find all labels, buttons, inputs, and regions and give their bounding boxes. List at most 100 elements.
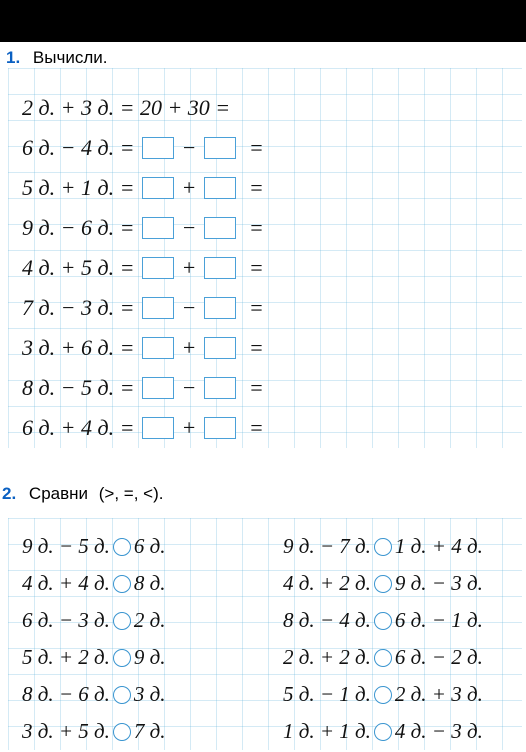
compare-circle[interactable] xyxy=(374,686,392,704)
compare-row: 1 д. + 1 д. 4 д. − 3 д. xyxy=(283,713,516,750)
answer-box[interactable] xyxy=(204,137,236,159)
compare-right: 4 д. − 3 д. xyxy=(395,719,483,744)
answer-box[interactable] xyxy=(142,297,174,319)
compare-row: 8 д. − 4 д. 6 д. − 1 д. xyxy=(283,602,516,639)
equals: = xyxy=(238,335,264,361)
compare-row: 9 д. − 7 д. 1 д. + 4 д. xyxy=(283,528,516,565)
equation-row: 4 д. + 5 д. = + = xyxy=(22,248,264,288)
operator: + xyxy=(176,255,202,281)
equation-row: 3 д. + 6 д. = + = xyxy=(22,328,264,368)
compare-row: 8 д. − 6 д. 3 д. xyxy=(22,676,255,713)
equation-row: 8 д. − 5 д. = − = xyxy=(22,368,264,408)
equals: = xyxy=(238,255,264,281)
equation-left: 9 д. − 6 д. = xyxy=(22,215,140,241)
operator: − xyxy=(176,375,202,401)
answer-box[interactable] xyxy=(142,257,174,279)
compare-left: 9 д. − 5 д. xyxy=(22,534,110,559)
compare-left: 6 д. − 3 д. xyxy=(22,608,110,633)
compare-right: 3 д. xyxy=(134,682,166,707)
compare-circle[interactable] xyxy=(113,686,131,704)
compare-column-right: 9 д. − 7 д. 1 д. + 4 д. 4 д. + 2 д.9 д. − … xyxy=(283,528,516,750)
compare-left: 8 д. − 4 д. xyxy=(283,608,371,633)
operator: − xyxy=(176,135,202,161)
compare-left: 4 д. + 4 д. xyxy=(22,571,110,596)
compare-right: 8 д. xyxy=(134,571,166,596)
task2-number: 2. xyxy=(2,484,16,503)
compare-row: 5 д. + 2 д. 9 д. xyxy=(22,639,255,676)
operator: + xyxy=(176,175,202,201)
compare-circle[interactable] xyxy=(374,649,392,667)
answer-box[interactable] xyxy=(204,217,236,239)
answer-box[interactable] xyxy=(142,377,174,399)
compare-right: 1 д. + 4 д. xyxy=(395,534,483,559)
answer-box[interactable] xyxy=(204,377,236,399)
compare-area: 9 д. − 5 д.6 д. 4 д. + 4 д. 8 д. 6 д. − 3 д… xyxy=(22,528,516,750)
equation-left: 4 д. + 5 д. = xyxy=(22,255,140,281)
equation-left: 6 д. + 4 д. = xyxy=(22,415,140,441)
equals: = xyxy=(238,215,264,241)
compare-left: 8 д. − 6 д. xyxy=(22,682,110,707)
answer-box[interactable] xyxy=(204,257,236,279)
equation-row: 7 д. − 3 д. = − = xyxy=(22,288,264,328)
compare-left: 9 д. − 7 д. xyxy=(283,534,371,559)
answer-box[interactable] xyxy=(142,177,174,199)
equals: = xyxy=(238,135,264,161)
equation-row: 5 д. + 1 д. = + = xyxy=(22,168,264,208)
compare-right: 9 д. − 3 д. xyxy=(395,571,483,596)
equation-row: 6 д. + 4 д. = + = xyxy=(22,408,264,448)
compare-left: 1 д. + 1 д. xyxy=(283,719,371,744)
compare-right: 2 д. + 3 д. xyxy=(395,682,483,707)
task1-number: 1. xyxy=(6,48,20,67)
compare-circle[interactable] xyxy=(113,612,131,630)
compare-left: 3 д. + 5 д. xyxy=(22,719,110,744)
compare-left: 5 д. + 2 д. xyxy=(22,645,110,670)
task1-heading: 1. Вычисли. xyxy=(6,48,107,68)
equation-list: 2 д. + 3 д. = 20 + 30 =6 д. − 4 д. = − =… xyxy=(22,88,264,448)
equation-expanded: 20 + 30 = xyxy=(140,95,230,121)
equation-left: 7 д. − 3 д. = xyxy=(22,295,140,321)
answer-box[interactable] xyxy=(204,337,236,359)
answer-box[interactable] xyxy=(142,337,174,359)
answer-box[interactable] xyxy=(142,137,174,159)
compare-right: 6 д. − 2 д. xyxy=(395,645,483,670)
compare-circle[interactable] xyxy=(113,538,131,556)
compare-row: 3 д. + 5 д. 7 д. xyxy=(22,713,255,750)
compare-row: 4 д. + 4 д. 8 д. xyxy=(22,565,255,602)
compare-row: 9 д. − 5 д.6 д. xyxy=(22,528,255,565)
compare-row: 6 д. − 3 д.2 д. xyxy=(22,602,255,639)
equals: = xyxy=(238,295,264,321)
equation-left: 2 д. + 3 д. = xyxy=(22,95,140,121)
equation-row: 2 д. + 3 д. = 20 + 30 = xyxy=(22,88,264,128)
compare-right: 9 д. xyxy=(134,645,166,670)
compare-right: 6 д. − 1 д. xyxy=(395,608,483,633)
compare-circle[interactable] xyxy=(374,575,392,593)
compare-circle[interactable] xyxy=(374,723,392,741)
operator: − xyxy=(176,295,202,321)
compare-circle[interactable] xyxy=(374,612,392,630)
answer-box[interactable] xyxy=(142,217,174,239)
compare-right: 7 д. xyxy=(134,719,166,744)
equation-row: 6 д. − 4 д. = − = xyxy=(22,128,264,168)
compare-left: 5 д. − 1 д. xyxy=(283,682,371,707)
compare-left: 2 д. + 2 д. xyxy=(283,645,371,670)
answer-box[interactable] xyxy=(204,297,236,319)
equation-left: 5 д. + 1 д. = xyxy=(22,175,140,201)
answer-box[interactable] xyxy=(142,417,174,439)
task2-hint: (>, =, <). xyxy=(99,484,164,503)
compare-circle[interactable] xyxy=(113,649,131,667)
compare-circle[interactable] xyxy=(113,723,131,741)
answer-box[interactable] xyxy=(204,417,236,439)
operator: + xyxy=(176,335,202,361)
answer-box[interactable] xyxy=(204,177,236,199)
compare-circle[interactable] xyxy=(374,538,392,556)
equation-left: 6 д. − 4 д. = xyxy=(22,135,140,161)
equals: = xyxy=(238,375,264,401)
compare-circle[interactable] xyxy=(113,575,131,593)
compare-row: 4 д. + 2 д.9 д. − 3 д. xyxy=(283,565,516,602)
equation-left: 3 д. + 6 д. = xyxy=(22,335,140,361)
top-black-bar xyxy=(0,0,526,42)
compare-row: 5 д. − 1 д. 2 д. + 3 д. xyxy=(283,676,516,713)
task1-title: Вычисли. xyxy=(33,48,108,67)
task2-title: Сравни xyxy=(29,484,88,503)
operator: + xyxy=(176,415,202,441)
